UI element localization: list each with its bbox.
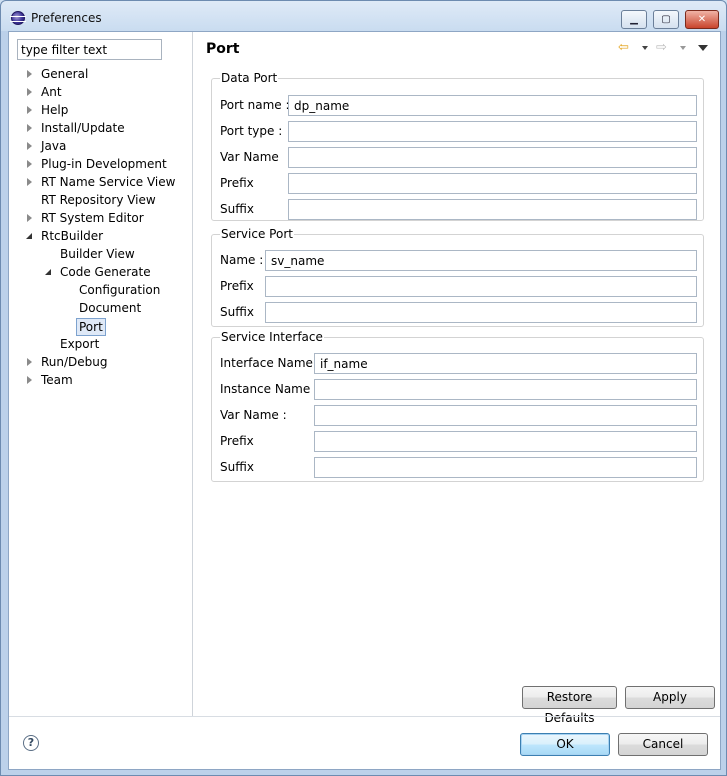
tree-item-label: Plug-in Development — [41, 157, 167, 171]
text-field[interactable] — [265, 250, 697, 271]
expand-arrow-icon[interactable] — [25, 160, 34, 169]
field-label: Var Name — [220, 150, 279, 164]
group-title: Service Interface — [220, 330, 324, 344]
title-bar[interactable]: Preferences ▁ ▢ ✕ — [1, 1, 726, 31]
text-field[interactable] — [314, 405, 697, 426]
tree-item-label: RT Repository View — [41, 193, 156, 207]
tree-item-label: Run/Debug — [41, 355, 108, 369]
text-field[interactable] — [314, 431, 697, 452]
expand-arrow-icon[interactable] — [25, 358, 34, 367]
field-label: Port name : — [220, 98, 290, 112]
tree-item-label: RT System Editor — [41, 211, 144, 225]
field-label: Prefix — [220, 279, 254, 293]
service-port-group: Service Port Name : Prefix Suffix — [211, 227, 704, 327]
group-title: Service Port — [220, 227, 294, 241]
forward-history-dropdown-icon[interactable] — [680, 46, 686, 50]
expand-arrow-icon[interactable] — [25, 88, 34, 97]
field-label: Prefix — [220, 176, 254, 190]
tree-item-label: General — [41, 67, 89, 81]
preference-page: Port ⇦ ⇨ Data Port Port name : Port type … — [194, 32, 720, 725]
preferences-window: Preferences ▁ ▢ ✕ General Ant Help Install/… — [0, 0, 727, 776]
collapse-arrow-icon[interactable] — [44, 268, 53, 277]
field-label: Var Name : — [220, 408, 287, 422]
tree-item-label: RT Name Service View — [41, 175, 176, 189]
back-history-dropdown-icon[interactable] — [642, 46, 648, 50]
window-title: Preferences — [31, 11, 102, 25]
tree-item-label: Document — [79, 301, 142, 315]
field-label: Name : — [220, 253, 264, 267]
tree-item-label: Team — [41, 373, 73, 387]
ok-button[interactable]: OK — [520, 733, 610, 756]
data-port-group: Data Port Port name : Port type : Var Name… — [211, 71, 704, 221]
restore-defaults-button[interactable]: Restore Defaults — [522, 686, 617, 725]
help-icon[interactable]: ? — [23, 735, 39, 751]
service-interface-group: Service Interface Interface Name : Instan… — [211, 330, 704, 482]
maximize-button[interactable]: ▢ — [653, 10, 679, 29]
tree-item-label: Port — [76, 318, 106, 336]
tree-item-label: Ant — [41, 85, 62, 99]
page-title: Port — [206, 41, 240, 57]
collapse-arrow-icon[interactable] — [25, 232, 34, 241]
view-menu-icon[interactable] — [698, 45, 708, 51]
field-label: Suffix — [220, 305, 254, 319]
cancel-button[interactable]: Cancel — [618, 733, 708, 756]
expand-arrow-icon[interactable] — [25, 106, 34, 115]
tree-item-label: Help — [41, 103, 69, 117]
filter-input[interactable] — [17, 39, 162, 60]
tree-item-label: Configuration — [79, 283, 161, 297]
tree-item-label: Java — [41, 139, 67, 153]
expand-arrow-icon[interactable] — [25, 142, 34, 151]
text-field[interactable] — [265, 302, 697, 323]
expand-arrow-icon[interactable] — [25, 70, 34, 79]
preference-tree-panel: General Ant Help Install/Update Java Plug-in … — [9, 32, 193, 716]
dialog-body: General Ant Help Install/Update Java Plug-in … — [8, 31, 721, 770]
footer-separator — [9, 716, 720, 717]
expand-arrow-icon[interactable] — [25, 124, 34, 133]
eclipse-icon — [10, 11, 26, 25]
text-field[interactable] — [288, 173, 697, 194]
forward-arrow-icon[interactable]: ⇨ — [656, 41, 667, 55]
expand-arrow-icon[interactable] — [25, 214, 34, 223]
text-field[interactable] — [288, 147, 697, 168]
expand-arrow-icon[interactable] — [25, 376, 34, 385]
field-label: Prefix — [220, 434, 254, 448]
expand-arrow-icon[interactable] — [25, 178, 34, 187]
text-field[interactable] — [265, 276, 697, 297]
field-label: Interface Name : — [220, 356, 321, 370]
text-field[interactable] — [314, 457, 697, 478]
text-field[interactable] — [288, 121, 697, 142]
field-label: Suffix — [220, 460, 254, 474]
tree-item-label: Install/Update — [41, 121, 125, 135]
field-label: Instance Name : — [220, 382, 319, 396]
tree-item-label: Builder View — [60, 247, 135, 261]
tree-item-label: RtcBuilder — [41, 229, 104, 243]
text-field[interactable] — [314, 379, 697, 400]
text-field[interactable] — [288, 95, 697, 116]
text-field[interactable] — [288, 199, 697, 220]
tree-item-label: Export — [60, 337, 100, 351]
text-field[interactable] — [314, 353, 697, 374]
field-label: Port type : — [220, 124, 283, 138]
minimize-button[interactable]: ▁ — [621, 10, 647, 29]
back-arrow-icon[interactable]: ⇦ — [618, 41, 629, 55]
group-title: Data Port — [220, 71, 279, 85]
field-label: Suffix — [220, 202, 254, 216]
close-button[interactable]: ✕ — [685, 10, 719, 29]
apply-button[interactable]: Apply — [625, 686, 715, 709]
tree-item-label: Code Generate — [60, 265, 151, 279]
